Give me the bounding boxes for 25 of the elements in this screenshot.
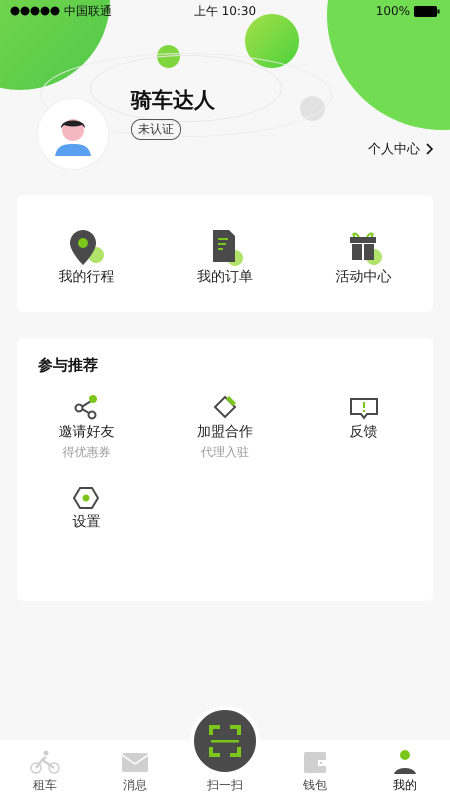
shortcut-item[interactable]: 活动中心 (294, 228, 433, 286)
menu-item[interactable]: 反馈 (294, 393, 433, 461)
status-time: 上午 10:30 (194, 2, 256, 20)
tab-item[interactable]: 我的 (360, 740, 450, 800)
menu-item[interactable]: 邀请好友 得优惠券 (17, 393, 156, 461)
personal-center-link[interactable]: 个人中心 (368, 140, 433, 158)
verification-status: 未认证 (131, 119, 181, 140)
tab-item[interactable]: 消息 (90, 740, 180, 800)
signal-dots-icon (10, 6, 60, 16)
battery-icon (414, 6, 440, 16)
scan-tab[interactable]: 扫一扫 (180, 706, 270, 800)
section-title: 参与推荐 (37, 355, 99, 376)
circle-decoration (245, 14, 299, 68)
tab-item[interactable]: 钱包 (270, 740, 360, 800)
user-name: 骑车达人 (131, 87, 215, 114)
chevron-right-icon (426, 143, 433, 155)
menu-item[interactable]: 设置 (17, 483, 156, 531)
circle-decoration (157, 45, 180, 68)
bicycle-icon (29, 749, 61, 775)
battery-percent: 100% (376, 4, 410, 18)
menu-item[interactable]: 加盟合作 代理入驻 (156, 393, 294, 461)
shortcut-item[interactable]: 我的订单 (156, 228, 294, 286)
scan-frame-icon (209, 725, 241, 757)
shortcut-item[interactable]: 我的行程 (17, 228, 156, 286)
tab-item[interactable]: 租车 (0, 740, 90, 800)
